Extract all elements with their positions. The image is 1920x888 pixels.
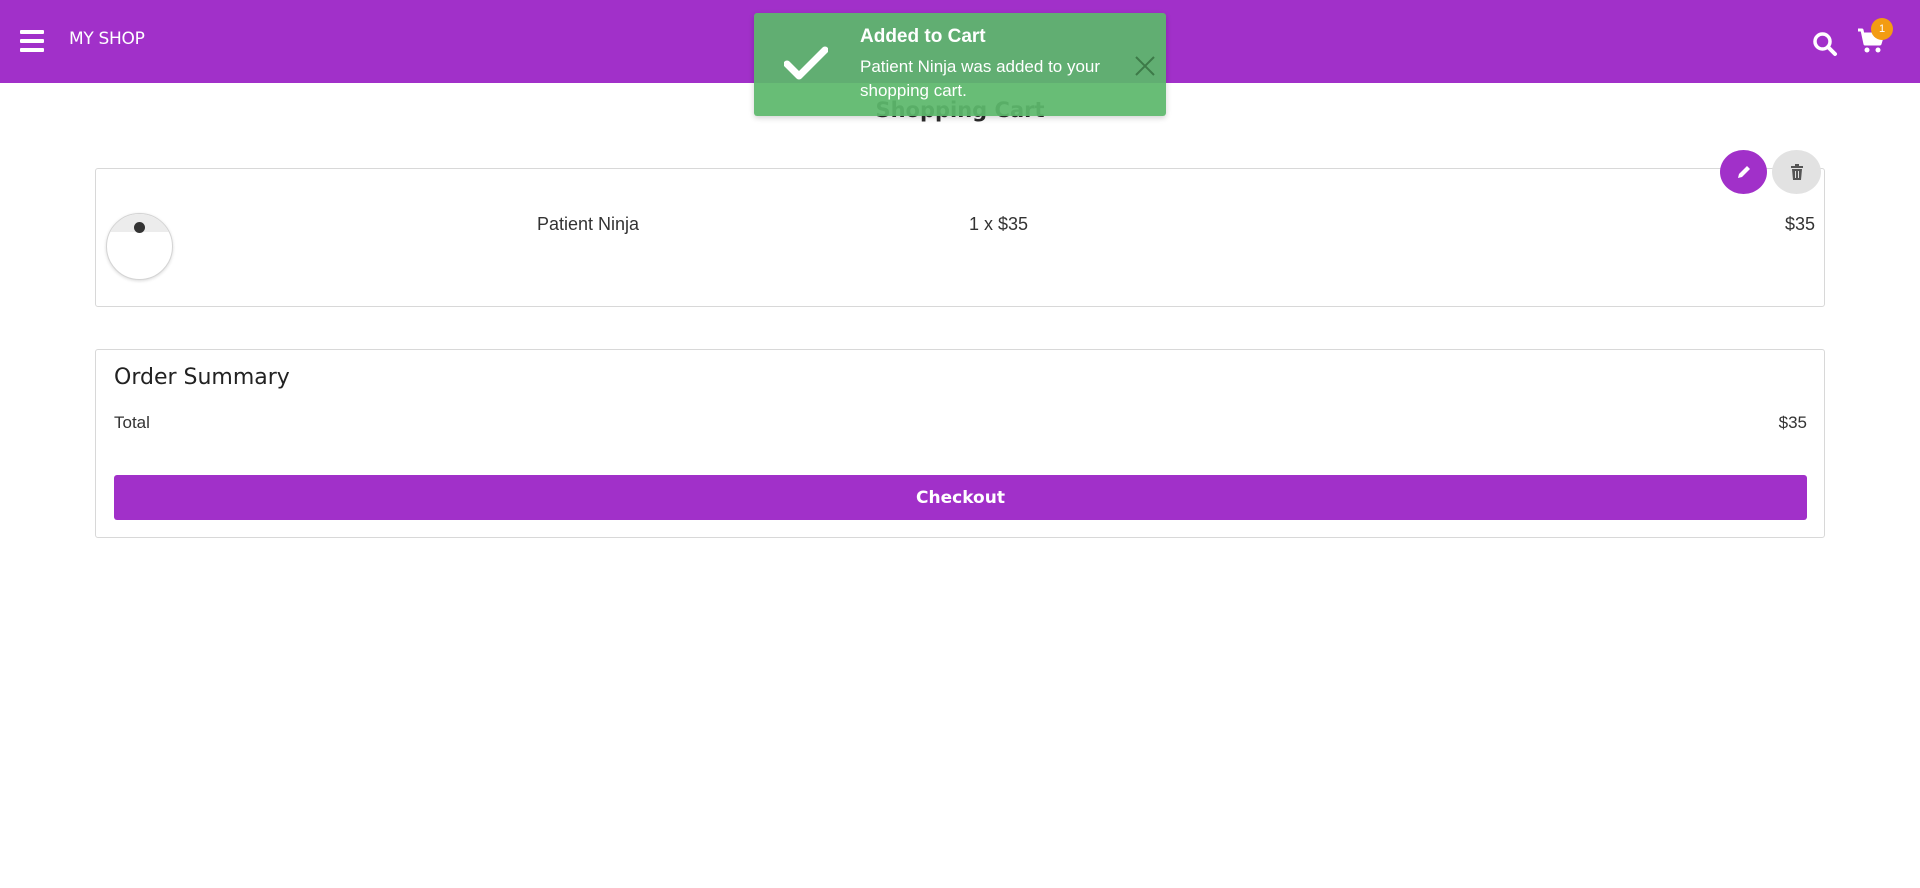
close-icon [1135,56,1155,76]
menu-icon-bar [20,39,44,43]
added-to-cart-toast: Added to Cart Patient Ninja was added to… [754,13,1166,116]
shop-brand[interactable]: MY SHOP [69,29,145,49]
cart-count-badge: 1 [1871,18,1893,40]
order-summary-title: Order Summary [114,365,290,390]
product-thumbnail[interactable] [106,213,173,280]
cart-item-card: Patient Ninja 1 x $35 $35 [95,168,1825,307]
thumbnail-image-figure [134,222,145,233]
total-value: $35 [1778,413,1807,432]
menu-icon-bar [20,48,44,52]
toast-close-button[interactable] [1134,55,1156,77]
edit-icon [1737,166,1750,178]
total-label: Total [114,413,150,432]
search-icon [1813,32,1837,56]
cart-item-quantity-price: 1 x $35 [969,214,1029,234]
toast-message: Patient Ninja was added to your shopping… [860,57,1101,100]
checkout-button[interactable]: Checkout [114,475,1807,520]
toast-title: Added to Cart [860,26,986,47]
trash-icon [1790,164,1803,180]
menu-icon-bar [20,30,44,34]
order-summary-card: Order Summary Total $35 Checkout [95,349,1825,538]
checkmark-icon [784,46,828,80]
menu-button[interactable] [20,30,44,52]
cart-item-name: Patient Ninja [537,214,640,234]
cart-item-line-total: $35 [1784,214,1815,234]
delete-item-button[interactable] [1772,150,1821,194]
search-button[interactable] [1812,31,1838,57]
edit-item-button[interactable] [1720,150,1767,194]
